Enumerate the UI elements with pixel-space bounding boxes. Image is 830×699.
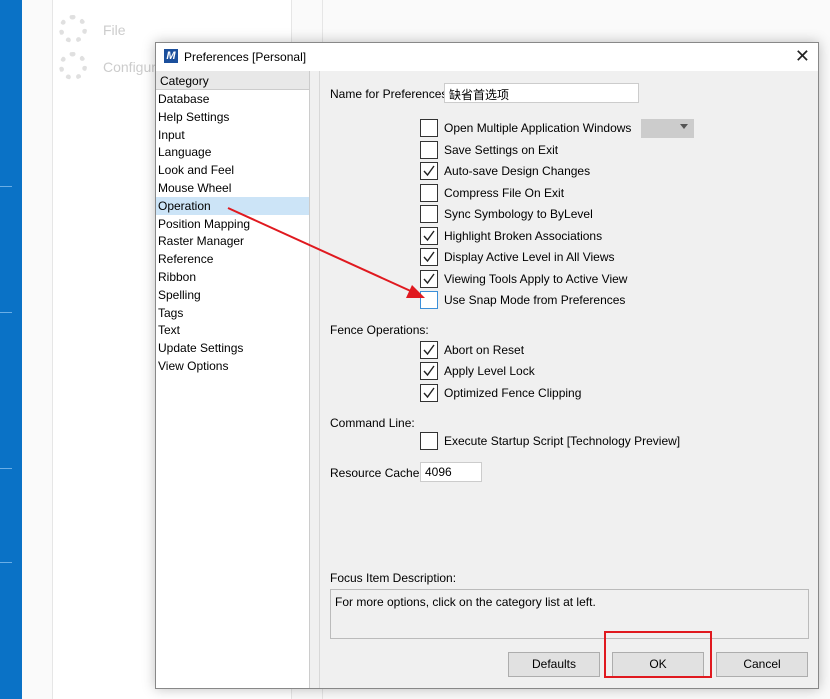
annotation-arrow (227, 207, 425, 298)
